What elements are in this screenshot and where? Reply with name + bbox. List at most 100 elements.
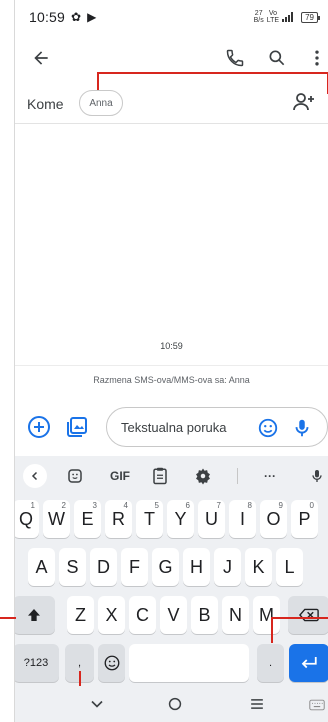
callout-line-period-v <box>271 617 273 643</box>
message-placeholder: Tekstualna poruka <box>121 420 227 435</box>
space-key[interactable] <box>129 644 249 682</box>
keyboard-settings-icon[interactable] <box>191 460 215 492</box>
key-e-hint: 3 <box>92 501 97 510</box>
shift-icon <box>28 609 40 621</box>
voice-input-icon[interactable] <box>291 417 313 444</box>
net-speed-unit: B/s <box>253 17 264 24</box>
key-p-hint: 0 <box>309 501 314 510</box>
more-vert-icon[interactable] <box>307 48 327 73</box>
phone-screen: 10:59 ✿ ▶ 27 B/s Vo LTE 79 Kome Anna 10:… <box>14 0 328 722</box>
keyboard-switch-icon[interactable] <box>309 698 325 716</box>
key-t-label: T <box>144 508 155 529</box>
add-attachment-icon[interactable] <box>27 415 51 444</box>
emoji-key[interactable] <box>98 644 125 682</box>
key-o[interactable]: O9 <box>260 500 287 538</box>
add-person-icon[interactable] <box>292 90 316 119</box>
key-s[interactable]: S <box>59 548 86 586</box>
keyboard: GIF ··· Q1 W2 E3 R4 T5 Y6 U7 I8 O9 P0 A … <box>15 456 328 686</box>
recents-icon[interactable] <box>247 694 267 719</box>
key-l[interactable]: L <box>276 548 303 586</box>
key-t[interactable]: T5 <box>136 500 163 538</box>
key-r[interactable]: R4 <box>105 500 132 538</box>
key-a[interactable]: A <box>28 548 55 586</box>
keyboard-mic-icon[interactable] <box>307 460 327 492</box>
emoji-icon[interactable] <box>257 417 279 444</box>
key-i-hint: 8 <box>247 501 252 510</box>
key-n[interactable]: N <box>222 596 249 634</box>
recipient-chip[interactable]: Anna <box>79 90 123 116</box>
battery-level: 79 <box>305 12 314 22</box>
key-j[interactable]: J <box>214 548 241 586</box>
key-h[interactable]: H <box>183 548 210 586</box>
key-e-label: E <box>81 508 94 529</box>
status-right: 27 B/s Vo LTE 79 <box>253 10 320 24</box>
key-y-hint: 6 <box>185 501 190 510</box>
more-options-button[interactable]: ··· <box>255 460 285 492</box>
gif-button[interactable]: GIF <box>105 460 135 492</box>
period-key[interactable]: . <box>257 644 284 682</box>
net-speed-value: 27 <box>254 10 263 17</box>
phone-icon[interactable] <box>225 48 245 73</box>
callout-line-top-left <box>97 72 99 90</box>
gallery-icon[interactable] <box>65 415 89 444</box>
symbols-key[interactable]: ?123 <box>15 644 59 682</box>
battery-icon: 79 <box>301 11 320 23</box>
app-bar <box>15 38 328 82</box>
conversation-info: Razmena SMS-ova/MMS-ova sa: Anna <box>15 365 328 393</box>
key-t-hint: 5 <box>154 501 159 510</box>
key-u-label: U <box>205 508 218 529</box>
key-u-hint: 7 <box>216 501 221 510</box>
key-c[interactable]: C <box>129 596 156 634</box>
shift-key[interactable] <box>15 596 55 634</box>
key-b[interactable]: B <box>191 596 218 634</box>
net-type-label: LTE <box>266 17 280 24</box>
navigation-bar <box>15 686 328 722</box>
back-arrow-icon[interactable] <box>31 48 51 73</box>
key-m[interactable]: M <box>253 596 280 634</box>
enter-icon <box>301 657 317 669</box>
toolbar-divider <box>237 468 238 484</box>
message-input[interactable]: Tekstualna poruka <box>106 407 328 447</box>
key-d[interactable]: D <box>90 548 117 586</box>
conversation-info-text: Razmena SMS-ova/MMS-ova sa: Anna <box>93 374 250 385</box>
key-y-label: Y <box>174 508 187 529</box>
key-f[interactable]: F <box>121 548 148 586</box>
hide-keyboard-icon[interactable] <box>87 694 107 719</box>
key-v[interactable]: V <box>160 596 187 634</box>
search-icon[interactable] <box>267 48 287 73</box>
network-type: Vo LTE <box>267 10 279 24</box>
clipboard-icon[interactable] <box>148 460 172 492</box>
key-o-hint: 9 <box>278 501 283 510</box>
callout-line-top-h <box>97 72 328 74</box>
keyboard-collapse-icon[interactable] <box>23 464 47 488</box>
key-z[interactable]: Z <box>67 596 94 634</box>
key-w-hint: 2 <box>61 501 66 510</box>
key-y[interactable]: Y6 <box>167 500 194 538</box>
home-icon[interactable] <box>165 694 185 719</box>
key-o-label: O <box>266 508 281 529</box>
key-i-label: I <box>239 508 245 529</box>
key-u[interactable]: U7 <box>198 500 225 538</box>
signal-icon <box>282 12 298 22</box>
key-r-label: R <box>112 508 125 529</box>
keyboard-emoji-icon <box>104 655 119 671</box>
key-e[interactable]: E3 <box>74 500 101 538</box>
recipient-row: Kome Anna <box>15 84 328 124</box>
key-g[interactable]: G <box>152 548 179 586</box>
status-time: 10:59 <box>29 9 66 25</box>
play-status-icon: ▶ <box>87 10 97 24</box>
key-w[interactable]: W2 <box>43 500 70 538</box>
key-i[interactable]: I8 <box>229 500 256 538</box>
callout-line-shift <box>0 617 16 619</box>
message-timestamp: 10:59 <box>160 341 183 351</box>
compose-bar: Tekstualna poruka <box>15 401 328 453</box>
key-x[interactable]: X <box>98 596 125 634</box>
enter-key[interactable] <box>289 644 328 682</box>
key-k[interactable]: K <box>245 548 272 586</box>
key-q[interactable]: Q1 <box>15 500 39 538</box>
key-p-label: P <box>298 508 311 529</box>
backspace-key[interactable] <box>288 596 328 634</box>
key-p[interactable]: P0 <box>291 500 318 538</box>
sticker-icon[interactable] <box>63 460 87 492</box>
key-r-hint: 4 <box>123 501 128 510</box>
